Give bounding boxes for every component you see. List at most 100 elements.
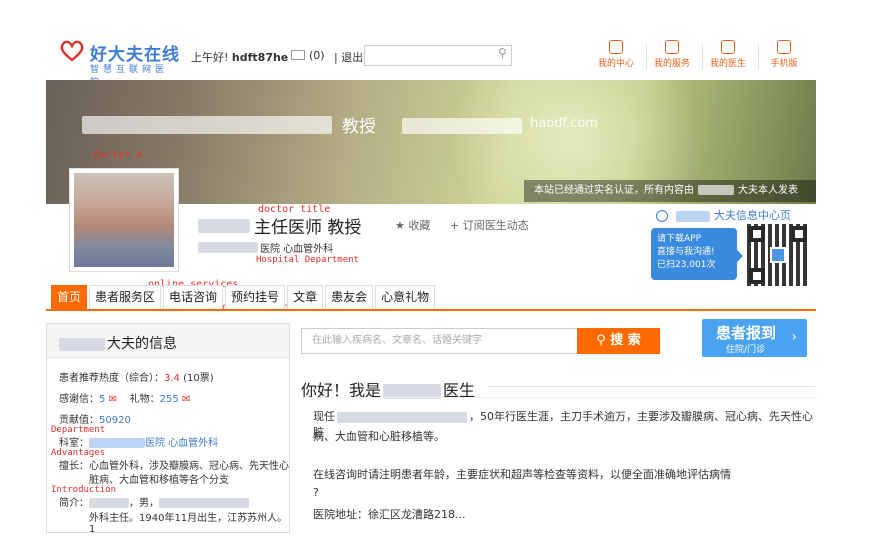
greeting-text: 上午好!: [191, 51, 229, 64]
center-link-label: 大夫信息中心页: [714, 209, 791, 222]
home-icon: [609, 40, 623, 54]
app-line: 已扫23,001次: [657, 260, 716, 270]
doctor-info-panel: 大夫的信息 患者推荐热度（综合）：3.4 (10票) 感谢信：5 ✉ 礼物：25…: [46, 323, 290, 533]
top-search-input[interactable]: [364, 45, 512, 66]
logout-link[interactable]: | 退出: [334, 49, 363, 65]
info-header: 大夫的信息: [47, 324, 289, 358]
heart-logo-icon: [60, 40, 84, 62]
redacted-name: [198, 219, 250, 233]
divider: [758, 44, 759, 70]
nav-label: 手机版: [770, 59, 798, 69]
info-header-text: 大夫的信息: [107, 336, 177, 352]
specialty-label: 擅长：: [59, 461, 89, 472]
nav-my-center[interactable]: 我的中心: [592, 40, 640, 69]
app-bubble[interactable]: 请下载APP 直接与我沟通! 已扫23,001次: [651, 228, 743, 280]
hospital-department: 医院 心血管外科: [260, 244, 334, 255]
specialty-line2: 脏病、大血管和移植等各个分支: [89, 475, 229, 486]
banner-site: haodf.com: [530, 116, 598, 131]
gift-value[interactable]: 255: [160, 394, 179, 405]
nav-label: 我的中心: [597, 59, 634, 69]
redacted-text: [159, 498, 249, 508]
app-line: 直接与我沟通!: [657, 247, 715, 257]
qr-corner: [749, 226, 765, 242]
doctor-icon: [721, 40, 735, 54]
nav-mobile[interactable]: 手机版: [760, 40, 808, 69]
greeting: 上午好! hdft87he: [191, 49, 288, 65]
dept-value[interactable]: 医院 心血管外科: [145, 438, 218, 449]
bio-prefix: 现任: [313, 410, 335, 423]
search-button[interactable]: ⚲ 搜 索: [577, 328, 660, 354]
tab-gifts[interactable]: 心意礼物: [375, 285, 436, 310]
nav-label: 我的医生: [709, 59, 746, 69]
tab-patient-club[interactable]: 患友会: [325, 285, 374, 310]
redacted-hospital: [198, 242, 258, 253]
letter-icon: ✉: [108, 394, 117, 405]
redacted-name: [698, 185, 734, 195]
verify-prefix: 本站已经通过实名认证，所有内容由: [534, 185, 694, 196]
contrib-row: 贡献值：50920: [59, 411, 131, 426]
chevron-right-icon: ›: [791, 329, 797, 345]
bio-line: 在线咨询时请注明患者年龄，主要症状和超声等检查等资料，以便全面准确地评估病情: [313, 468, 731, 481]
search-button-label: 搜 索: [610, 333, 641, 348]
verify-notice: 本站已经通过实名认证，所有内容由 大夫本人发表: [524, 180, 816, 202]
report-title: 患者报到: [716, 324, 777, 342]
site-logo[interactable]: 好大夫在线 智慧互联网医院: [60, 38, 180, 88]
recommend-votes: (10票): [183, 373, 214, 384]
patient-report-button[interactable]: 患者报到 住院/门诊 ›: [702, 319, 807, 357]
verify-suffix: 大夫本人发表: [738, 185, 798, 196]
nav-my-doctor[interactable]: 我的医生: [704, 40, 752, 69]
thanks-label: 感谢信：: [59, 394, 99, 405]
thanks-value[interactable]: 5: [99, 394, 105, 405]
mail-icon[interactable]: [291, 50, 305, 60]
intro-line1: ，男，: [129, 498, 159, 509]
annotation-doctor-a: Doctor A: [94, 150, 143, 161]
divider: [702, 44, 703, 70]
nav-label: 我的服务: [653, 59, 690, 69]
tab-underline: [46, 309, 816, 311]
mail-count[interactable]: (0): [309, 49, 325, 62]
divider: [646, 44, 647, 70]
specialty-row: 擅长：心血管外科，涉及瓣膜病、冠心病、先天性心: [59, 457, 289, 472]
dept-row: 科室： 医院 心血管外科: [59, 434, 218, 449]
bubble-arrow: [737, 250, 743, 262]
tab-bar: 首页 患者服务区 电话咨询 预约挂号 文章 患友会 心意礼物: [51, 285, 437, 310]
search-icon: ⚲: [596, 333, 606, 348]
tab-articles[interactable]: 文章: [287, 285, 324, 310]
doctor-photo: [69, 168, 179, 272]
service-icon: [665, 40, 679, 54]
tab-patient-service[interactable]: 患者服务区: [89, 285, 162, 310]
arrow-circle-icon: [656, 210, 668, 222]
qr-corner: [791, 226, 807, 242]
recommend-label: 患者推荐热度（综合）：: [59, 373, 164, 384]
redacted-name: [89, 498, 129, 508]
nav-my-service[interactable]: 我的服务: [648, 40, 696, 69]
main-search-input[interactable]: 在此输入疾病名、文章名、话题关键字: [301, 328, 578, 354]
tab-home[interactable]: 首页: [51, 285, 88, 310]
username[interactable]: hdft87he: [232, 51, 288, 64]
search-icon[interactable]: ⚲: [498, 46, 507, 60]
recommend-value: 3.4: [164, 373, 180, 384]
tab-appointment[interactable]: 预约挂号: [225, 285, 286, 310]
redacted-text: [402, 118, 522, 134]
intro-line2: 外科主任。1940年11月出生，江苏苏州人。1: [89, 513, 288, 533]
report-subtitle: 住院/门诊: [726, 345, 766, 355]
tab-phone-consult[interactable]: 电话咨询: [163, 285, 224, 310]
redacted-text: [337, 411, 467, 423]
annotation-hospital-department: Hospital Department: [256, 255, 359, 265]
redacted-name: [676, 210, 710, 222]
info-center-link[interactable]: 大夫信息中心页: [656, 207, 791, 223]
intro-row: 简介： ，男，: [59, 494, 249, 509]
mobile-icon: [777, 40, 791, 54]
redacted-name: [82, 116, 332, 134]
redacted-hospital: [89, 438, 145, 448]
gift-icon: ✉: [181, 394, 191, 405]
redacted-name: [59, 337, 105, 351]
banner-title: 教授: [342, 117, 376, 137]
follow-button[interactable]: + 订阅医生动态: [450, 217, 529, 233]
favorite-button[interactable]: ★ 收藏: [395, 217, 430, 233]
divider: [488, 386, 815, 387]
hospital-address: 医院地址：徐汇区龙漕路218...: [313, 508, 466, 521]
app-line: 请下载APP: [657, 234, 702, 244]
bio-section: 现任 ，50年行医生涯，主刀手术逾万，主要涉及瓣膜病、冠心病、先天性心脏 病、大血…: [301, 397, 817, 527]
qr-corner: [749, 268, 765, 284]
